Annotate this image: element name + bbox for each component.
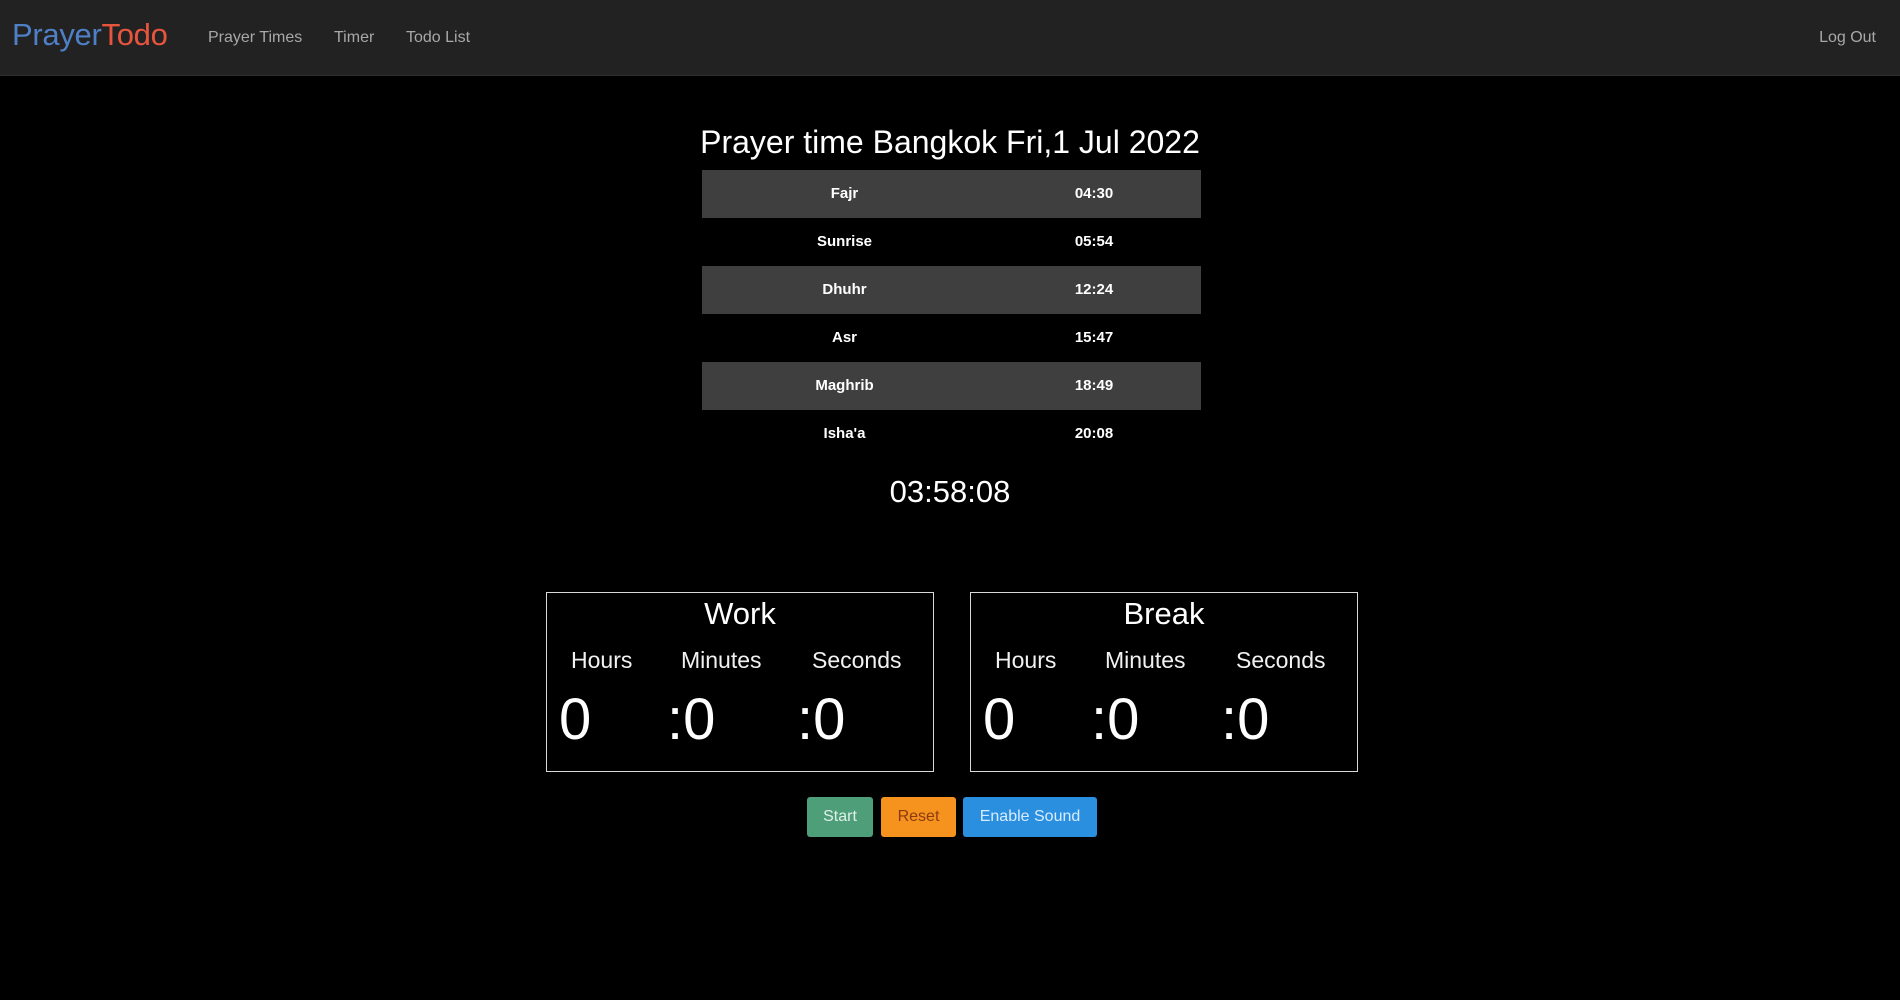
next-prayer-countdown: 03:58:08 bbox=[889, 474, 1011, 509]
break-timer-title: Break bbox=[1123, 596, 1205, 631]
logout-link[interactable]: Log Out bbox=[1819, 28, 1876, 48]
prayer-time: 05:54 bbox=[1074, 233, 1114, 250]
start-button[interactable]: Start bbox=[807, 797, 873, 837]
reset-button[interactable]: Reset bbox=[881, 797, 956, 837]
nav-link-timer[interactable]: Timer bbox=[334, 28, 374, 48]
prayer-row-dhuhr: Dhuhr 12:24 bbox=[702, 266, 1201, 314]
prayer-row-fajr: Fajr 04:30 bbox=[702, 170, 1201, 218]
prayer-name: Isha'a bbox=[823, 425, 866, 442]
break-minutes-value[interactable]: :0 bbox=[1091, 685, 1139, 755]
prayer-time: 12:24 bbox=[1074, 281, 1114, 298]
prayer-time: 20:08 bbox=[1074, 425, 1114, 442]
prayer-time: 18:49 bbox=[1074, 377, 1114, 394]
prayer-row-sunrise: Sunrise 05:54 bbox=[702, 218, 1201, 266]
break-minutes-label: Minutes bbox=[1105, 647, 1186, 673]
prayer-name: Maghrib bbox=[815, 377, 874, 394]
prayer-times-title: Prayer time Bangkok Fri,1 Jul 2022 bbox=[700, 124, 1200, 160]
work-minutes-label: Minutes bbox=[681, 647, 762, 673]
work-seconds-label: Seconds bbox=[812, 647, 902, 673]
break-hours-label: Hours bbox=[995, 647, 1057, 673]
prayer-row-maghrib: Maghrib 18:49 bbox=[702, 362, 1201, 410]
prayer-row-asr: Asr 15:47 bbox=[702, 314, 1201, 362]
prayer-name: Fajr bbox=[830, 185, 859, 202]
prayer-times-table: Fajr 04:30 Sunrise 05:54 Dhuhr 12:24 Asr… bbox=[702, 170, 1201, 458]
navbar: PrayerTodo Prayer Times Timer Todo List … bbox=[0, 0, 1900, 76]
work-timer-title: Work bbox=[704, 596, 776, 631]
prayer-row-ishaa: Isha'a 20:08 bbox=[702, 410, 1201, 458]
nav-link-todo-list[interactable]: Todo List bbox=[406, 28, 470, 48]
brand-todo-text: Todo bbox=[101, 17, 168, 52]
prayer-name: Asr bbox=[831, 329, 857, 346]
break-seconds-value[interactable]: :0 bbox=[1221, 685, 1269, 755]
nav-link-prayer-times[interactable]: Prayer Times bbox=[208, 28, 302, 48]
work-minutes-value[interactable]: :0 bbox=[667, 685, 715, 755]
prayer-time: 15:47 bbox=[1074, 329, 1114, 346]
prayer-name: Sunrise bbox=[816, 233, 873, 250]
work-hours-label: Hours bbox=[571, 647, 633, 673]
prayer-time: 04:30 bbox=[1074, 185, 1114, 202]
break-seconds-label: Seconds bbox=[1236, 647, 1326, 673]
enable-sound-button[interactable]: Enable Sound bbox=[963, 797, 1097, 837]
work-seconds-value[interactable]: :0 bbox=[797, 685, 845, 755]
work-timer-panel: Work Hours Minutes Seconds 0 :0 :0 bbox=[546, 592, 934, 772]
brand-logo[interactable]: PrayerTodo bbox=[12, 17, 168, 53]
break-timer-panel: Break Hours Minutes Seconds 0 :0 :0 bbox=[970, 592, 1358, 772]
prayer-name: Dhuhr bbox=[822, 281, 867, 298]
work-hours-value[interactable]: 0 bbox=[559, 685, 591, 755]
break-hours-value[interactable]: 0 bbox=[983, 685, 1015, 755]
brand-prayer-text: Prayer bbox=[12, 17, 102, 52]
